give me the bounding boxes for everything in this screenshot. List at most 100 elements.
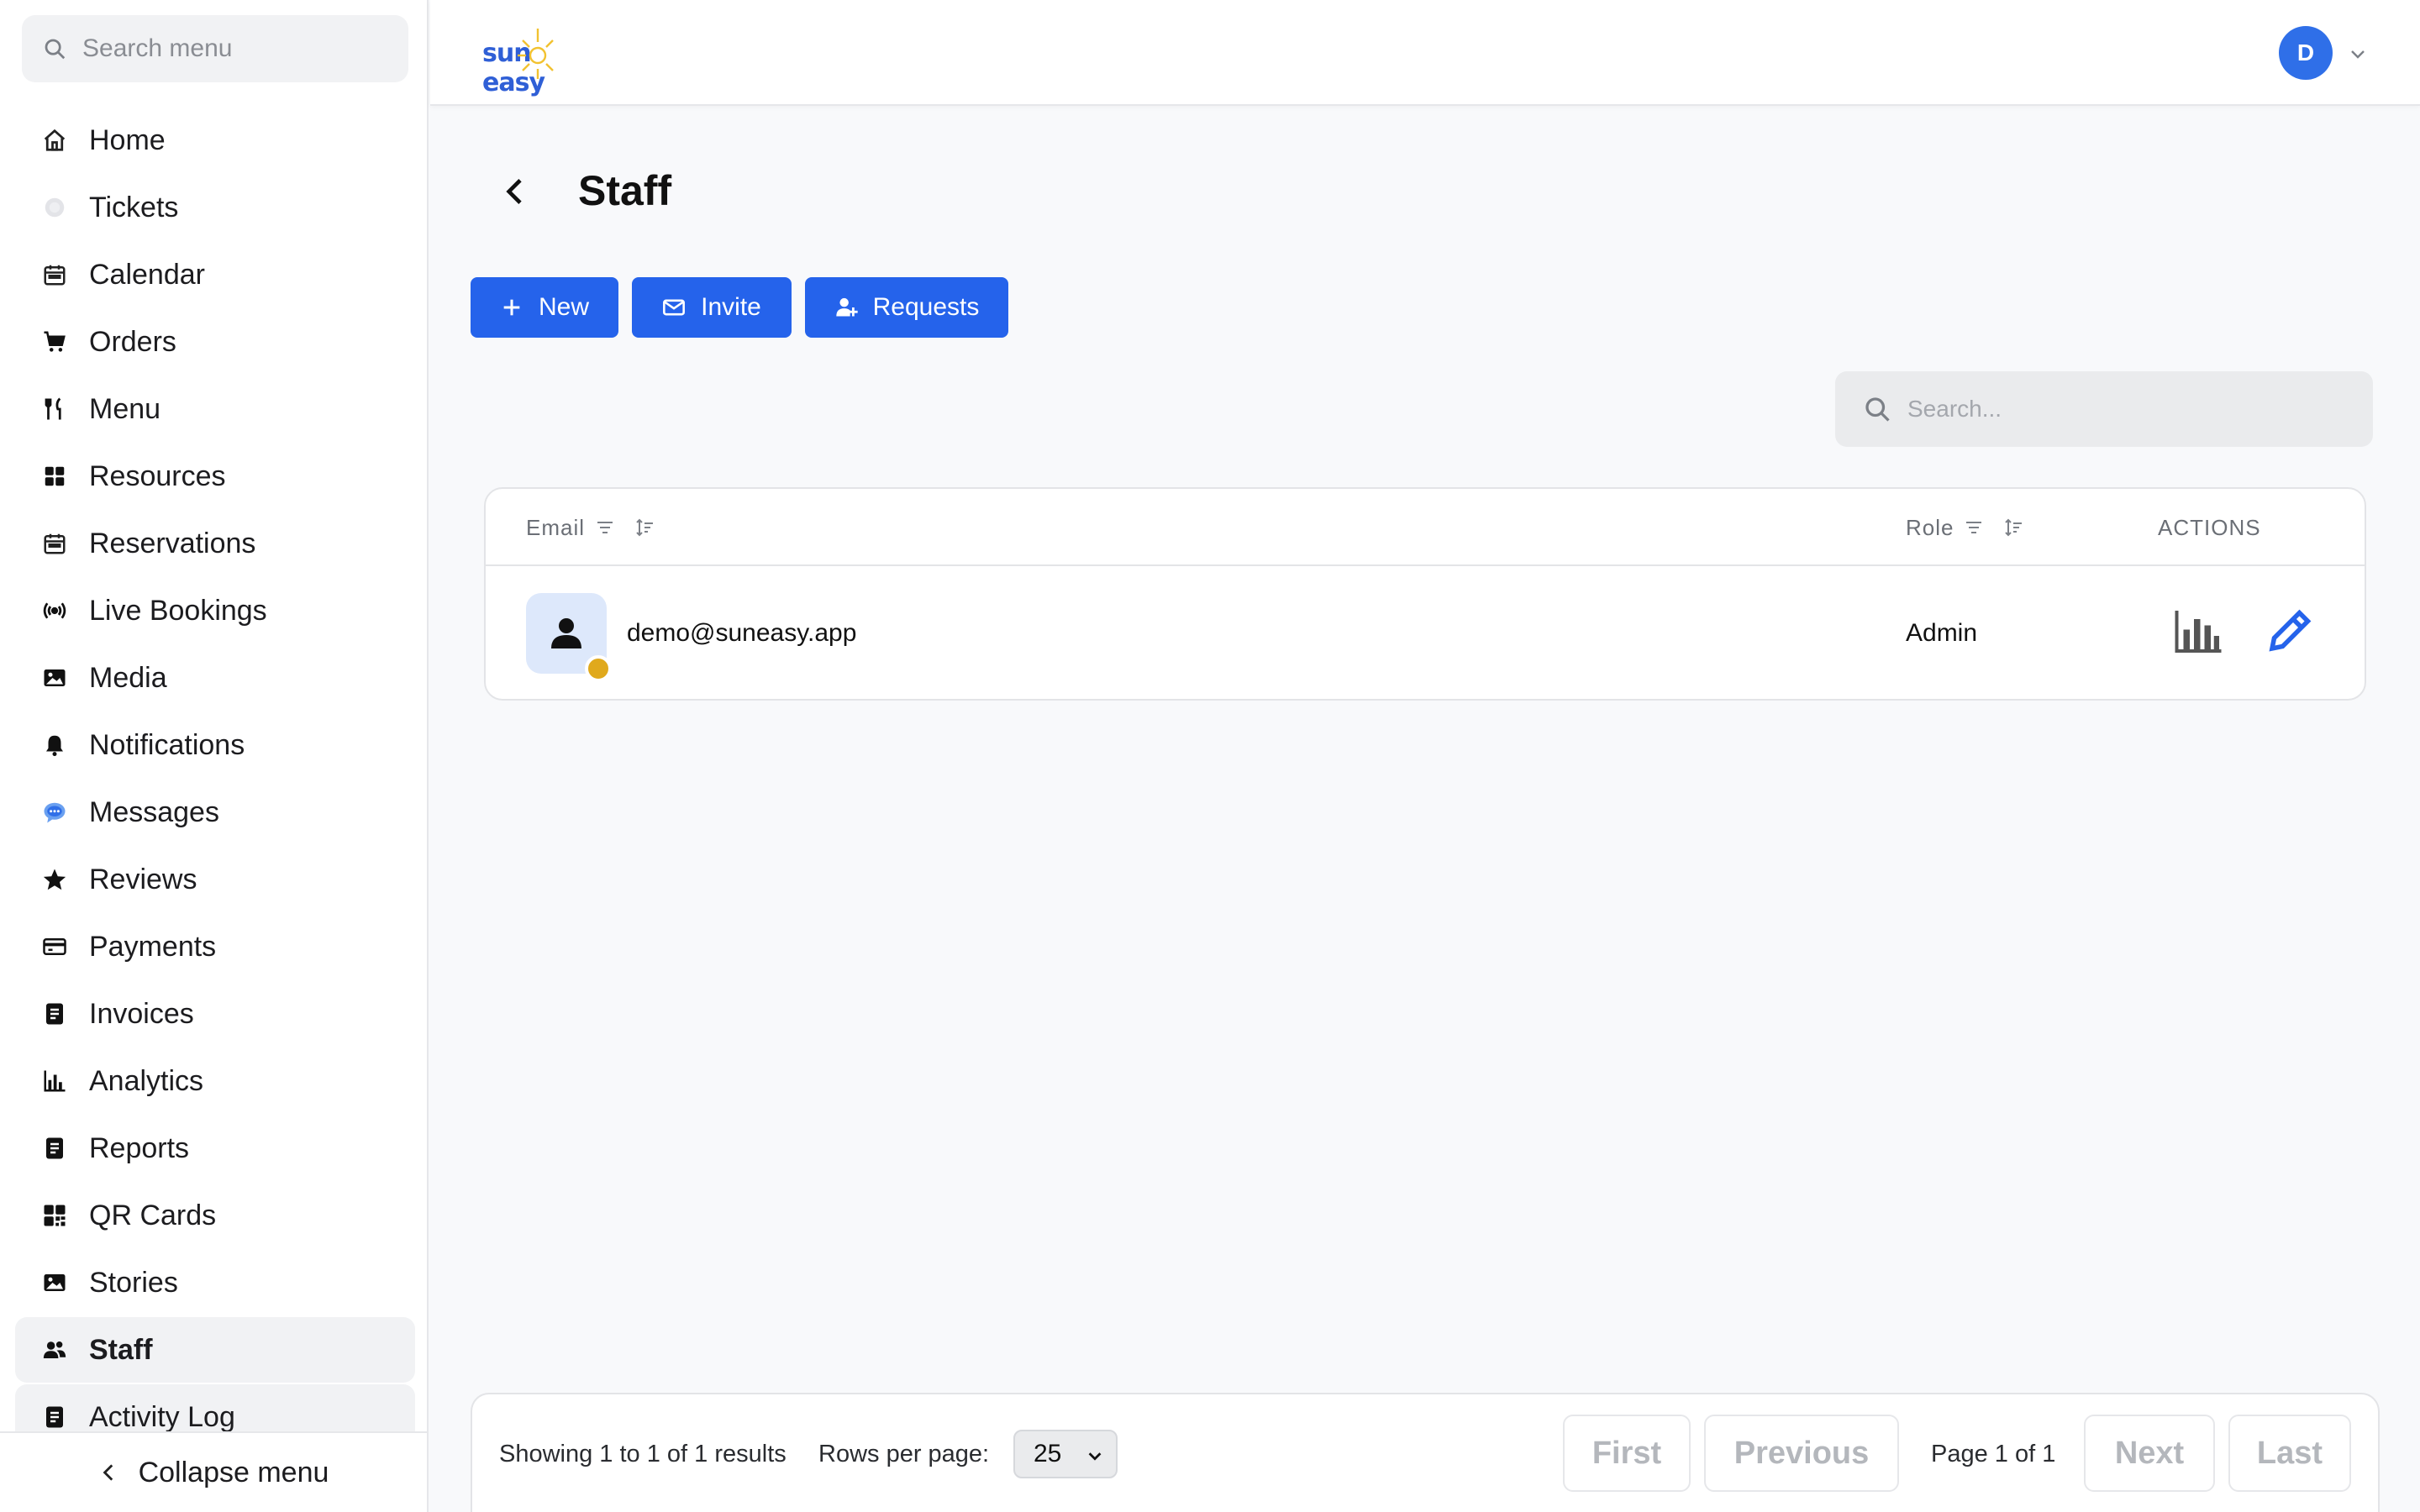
filter-icon[interactable] xyxy=(1964,517,1984,538)
filter-icon[interactable] xyxy=(595,517,615,538)
search-icon xyxy=(1865,397,1890,422)
page-title: Staff xyxy=(578,167,672,214)
document-icon xyxy=(46,1137,63,1159)
back-arrow-icon[interactable] xyxy=(499,175,533,208)
sidebar-item-notifications[interactable]: Notifications xyxy=(15,712,415,778)
sidebar-item-live-bookings[interactable]: Live Bookings xyxy=(15,578,415,643)
table-header: Email Role ACTIONS xyxy=(486,489,2365,566)
sidebar-item-messages[interactable]: Messages xyxy=(15,780,415,845)
sidebar-item-payments[interactable]: Payments xyxy=(15,914,415,979)
sidebar-item-label: Orders xyxy=(89,325,176,358)
document-icon xyxy=(46,1406,63,1428)
sidebar-search[interactable] xyxy=(22,15,408,82)
next-page-button[interactable]: Next xyxy=(2084,1415,2215,1492)
cell-role: Admin xyxy=(1906,619,1978,647)
sidebar-item-invoices[interactable]: Invoices xyxy=(15,981,415,1047)
previous-page-button[interactable]: Previous xyxy=(1704,1415,1899,1492)
sidebar-item-label: QR Cards xyxy=(89,1199,217,1231)
sidebar-item-label: Notifications xyxy=(89,728,245,761)
sidebar-item-label: Live Bookings xyxy=(89,594,267,627)
sidebar-item-media[interactable]: Media xyxy=(15,645,415,711)
sidebar-item-label: Home xyxy=(89,123,166,156)
sidebar-item-label: Stories xyxy=(89,1266,178,1299)
sidebar-item-qr-cards[interactable]: QR Cards xyxy=(15,1183,415,1248)
user-avatar[interactable]: D xyxy=(2279,26,2333,80)
sidebar-item-label: Tickets xyxy=(89,191,179,223)
sidebar-item-calendar[interactable]: Calendar xyxy=(15,242,415,307)
table-row[interactable]: demo@suneasy.app Admin xyxy=(486,566,2365,699)
sidebar-item-analytics[interactable]: Analytics xyxy=(15,1048,415,1114)
search-icon xyxy=(45,39,66,60)
chat-icon xyxy=(44,802,66,823)
sort-icon[interactable] xyxy=(2004,517,2024,538)
plus-icon xyxy=(503,299,520,316)
home-icon xyxy=(44,129,66,151)
sidebar-item-menu[interactable]: Menu xyxy=(15,376,415,442)
sidebar-item-reviews[interactable]: Reviews xyxy=(15,847,415,912)
new-button-label: New xyxy=(538,293,589,321)
top-bar: suneasy D xyxy=(430,0,2420,106)
last-page-button[interactable]: Last xyxy=(2228,1415,2351,1492)
sidebar-item-label: Invoices xyxy=(89,997,194,1030)
sidebar-item-label: Staff xyxy=(89,1333,153,1366)
sort-icon[interactable] xyxy=(635,517,655,538)
image-icon xyxy=(44,1274,66,1291)
requests-button-label: Requests xyxy=(872,293,980,321)
chevron-left-icon xyxy=(103,1464,113,1481)
sidebar-item-stories[interactable]: Stories xyxy=(15,1250,415,1315)
cart-icon xyxy=(44,331,66,352)
star-icon xyxy=(43,869,66,890)
bell-icon xyxy=(46,735,63,757)
staff-search[interactable] xyxy=(1835,371,2373,447)
logo[interactable]: suneasy xyxy=(482,24,600,97)
chevron-down-icon xyxy=(1088,1452,1102,1461)
sidebar: Home Tickets Calendar Orders Menu Resour… xyxy=(0,0,429,1512)
grid-icon xyxy=(45,466,65,486)
sidebar-item-tickets[interactable]: Tickets xyxy=(15,175,415,240)
invite-button[interactable]: Invite xyxy=(632,277,792,338)
bar-chart-icon[interactable] xyxy=(2173,606,2223,657)
chevron-down-icon[interactable] xyxy=(2348,44,2368,64)
sidebar-item-label: Menu xyxy=(89,392,161,425)
qr-icon xyxy=(44,1205,66,1226)
rows-per-page-label: Rows per page: xyxy=(818,1440,990,1467)
staff-table: Email Role ACTIONS demo@suneasy.app Admi… xyxy=(484,487,2366,701)
sidebar-item-label: Resources xyxy=(89,459,226,492)
sidebar-nav: Home Tickets Calendar Orders Menu Resour… xyxy=(15,108,415,1452)
pagination-bar: Showing 1 to 1 of 1 results Rows per pag… xyxy=(471,1393,2380,1512)
sidebar-item-label: Calendar xyxy=(89,258,205,291)
status-indicator xyxy=(585,655,612,682)
new-button[interactable]: New xyxy=(471,277,618,338)
sidebar-item-reservations[interactable]: Reservations xyxy=(15,511,415,576)
page-info: Page 1 of 1 xyxy=(1931,1440,2056,1467)
calendar-icon xyxy=(44,265,66,286)
rows-per-page-select[interactable]: 25 xyxy=(1013,1430,1118,1478)
pencil-icon[interactable] xyxy=(2264,606,2314,657)
sidebar-item-orders[interactable]: Orders xyxy=(15,309,415,375)
bar-chart-icon xyxy=(44,1070,66,1092)
sidebar-item-resources[interactable]: Resources xyxy=(15,444,415,509)
column-header-email[interactable]: Email xyxy=(526,489,655,566)
sidebar-search-input[interactable] xyxy=(82,34,402,63)
user-plus-icon xyxy=(835,297,858,317)
sun-logo-icon xyxy=(518,29,554,79)
calendar-icon xyxy=(44,533,66,554)
results-summary: Showing 1 to 1 of 1 results xyxy=(499,1440,786,1467)
invite-button-label: Invite xyxy=(701,293,761,321)
sidebar-item-label: Reservations xyxy=(89,527,256,559)
sidebar-item-label: Activity Log xyxy=(89,1400,235,1433)
sidebar-item-label: Messages xyxy=(89,795,219,828)
column-header-role[interactable]: Role xyxy=(1906,489,2024,566)
image-icon xyxy=(44,669,66,686)
sidebar-item-staff[interactable]: Staff xyxy=(15,1317,415,1383)
collapse-menu-label: Collapse menu xyxy=(138,1456,329,1488)
staff-search-input[interactable] xyxy=(1907,396,2361,423)
first-page-button[interactable]: First xyxy=(1563,1415,1691,1492)
requests-button[interactable]: Requests xyxy=(805,277,1008,338)
sidebar-item-label: Media xyxy=(89,661,167,694)
document-icon xyxy=(46,1003,63,1025)
collapse-menu-button[interactable]: Collapse menu xyxy=(0,1431,429,1512)
sidebar-item-reports[interactable]: Reports xyxy=(15,1116,415,1181)
envelope-icon xyxy=(663,299,686,316)
sidebar-item-home[interactable]: Home xyxy=(15,108,415,173)
